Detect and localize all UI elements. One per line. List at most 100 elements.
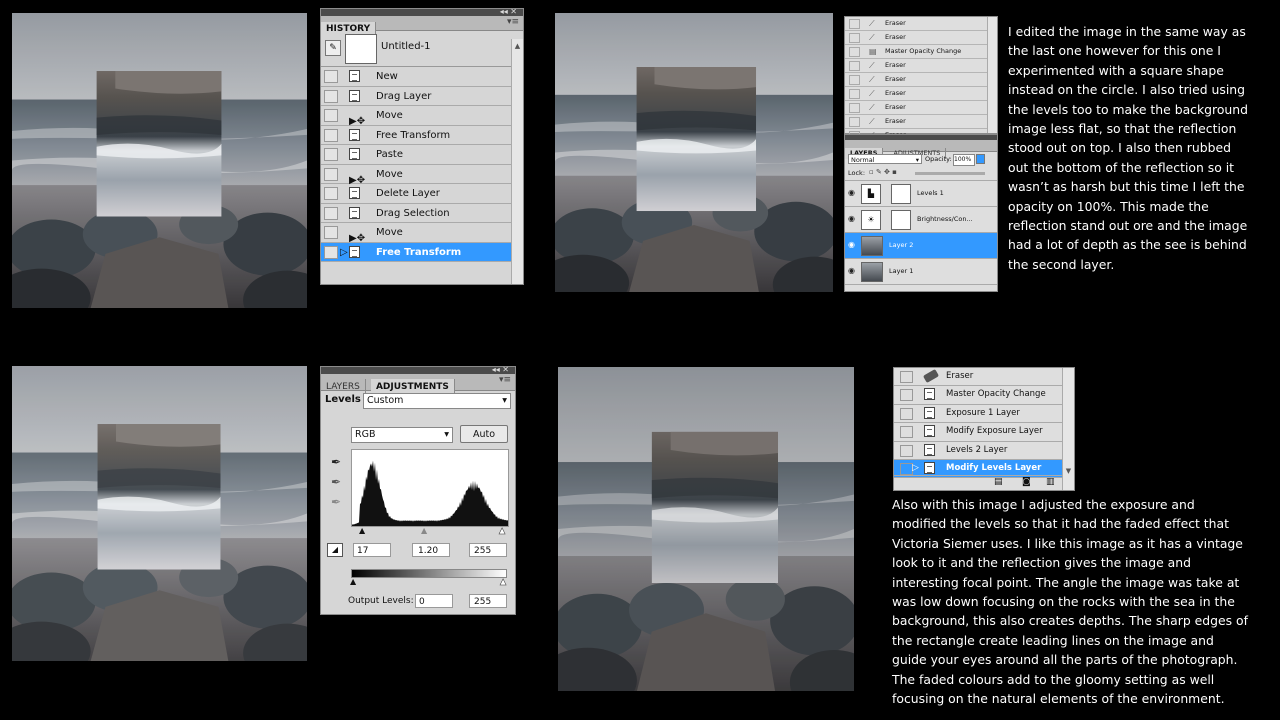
camera-icon[interactable]: ◙ <box>1022 477 1031 487</box>
history-source-checkbox[interactable] <box>324 148 338 161</box>
eye-icon[interactable]: ◉ <box>848 240 855 249</box>
history-item[interactable]: Exposure 1 Layer <box>894 405 1063 424</box>
blend-mode-select[interactable]: Normal ▾ <box>848 154 922 164</box>
history-item[interactable]: Paste <box>321 145 511 165</box>
eyedropper-gray-icon[interactable]: ✒ <box>331 475 341 489</box>
eye-icon[interactable]: ◉ <box>848 214 855 223</box>
snapshot-brush-icon[interactable]: ✎ <box>325 40 341 56</box>
history-item[interactable]: ▷ Free Transform <box>321 242 511 262</box>
history-source-checkbox[interactable] <box>849 75 860 85</box>
eyedropper-black-icon[interactable]: ✒ <box>331 455 341 469</box>
layer-thumbnail[interactable] <box>861 236 883 256</box>
history-item[interactable]: Modify Exposure Layer <box>894 423 1063 442</box>
history-item[interactable]: Eraser <box>894 368 1063 387</box>
history-item[interactable]: Drag Selection <box>321 204 511 223</box>
scrollbar-small[interactable] <box>987 17 997 133</box>
history-item[interactable]: ⟋ Eraser <box>845 17 997 31</box>
scrollbar[interactable]: ▲ <box>511 39 523 284</box>
history-source-checkbox[interactable] <box>849 47 860 57</box>
history-item[interactable]: ▶✥ Move <box>321 165 511 186</box>
paragraph-1: I edited the image in the same way as the… <box>1008 22 1278 274</box>
auto-button[interactable]: Auto <box>460 425 508 443</box>
history-item[interactable]: ⟋ Eraser <box>845 73 997 87</box>
history-item[interactable]: New <box>321 67 511 87</box>
output-white-field[interactable]: 255 <box>469 594 507 608</box>
output-white-handle[interactable]: ▲ <box>500 577 507 586</box>
history-source-checkbox[interactable] <box>324 206 338 220</box>
eye-icon[interactable]: ◉ <box>848 188 855 197</box>
input-black-field[interactable]: 17 <box>353 543 391 557</box>
new-document-icon[interactable]: ▤ <box>994 477 1003 487</box>
history-source-checkbox[interactable] <box>324 128 338 142</box>
layer-row[interactable]: ◉ Layer 2 <box>845 233 997 259</box>
history-item[interactable]: ⟋ Eraser <box>845 87 997 101</box>
history-item[interactable]: ⟋ Eraser <box>845 31 997 45</box>
fill-slider[interactable] <box>915 172 985 175</box>
output-black-field[interactable]: 0 <box>415 594 453 608</box>
layer-row[interactable]: ◉ ▙ Levels 1 <box>845 181 997 207</box>
history-item[interactable]: ▶✥ Move <box>321 223 511 244</box>
eyedropper-white-icon[interactable]: ✒ <box>331 495 341 509</box>
preset-select[interactable]: Custom ▾ <box>363 393 511 409</box>
history-item-label: Eraser <box>885 75 906 83</box>
history-source-checkbox[interactable] <box>324 226 338 239</box>
tab-layers-2[interactable]: LAYERS <box>321 379 366 395</box>
layer-mask-thumbnail[interactable] <box>891 184 911 204</box>
layer-mask-thumbnail[interactable] <box>891 210 911 230</box>
input-gamma-field[interactable]: 1.20 <box>412 543 450 557</box>
history-source-checkbox[interactable] <box>324 245 338 259</box>
layer-row[interactable]: ◉ ☀ Brightness/Con... <box>845 207 997 233</box>
history-item[interactable]: Master Opacity Change <box>894 386 1063 405</box>
history-source-checkbox[interactable] <box>324 109 338 122</box>
history-item[interactable]: ⟋ Eraser <box>845 115 997 129</box>
history3-footer: ▤ ◙ ▥ <box>894 475 1063 490</box>
history-source-checkbox[interactable] <box>900 407 913 420</box>
paragraph-line: I edited the image in the same way as <box>1008 24 1246 39</box>
eye-icon[interactable]: ◉ <box>848 266 855 275</box>
history-source-checkbox[interactable] <box>324 89 338 103</box>
scrollbar-3[interactable]: ▼ <box>1062 368 1074 490</box>
history-item[interactable]: Delete Layer <box>321 184 511 204</box>
layer-thumbnail[interactable] <box>861 262 883 282</box>
history-item[interactable]: Free Transform <box>321 126 511 145</box>
history-source-checkbox[interactable] <box>849 33 860 43</box>
history-source-checkbox[interactable] <box>324 187 338 200</box>
adjustment-icon: ☀ <box>861 210 881 230</box>
input-white-field[interactable]: 255 <box>469 543 507 557</box>
history-source-checkbox[interactable] <box>849 103 860 113</box>
snapshot-label[interactable]: Untitled-1 <box>381 41 431 52</box>
history-item[interactable]: ▤ Master Opacity Change <box>845 45 997 59</box>
trash-icon[interactable]: ▥ <box>1046 477 1055 487</box>
panel-menu-icon[interactable]: ▾≡ <box>507 17 519 27</box>
history-item[interactable]: ▶✥ Move <box>321 106 511 127</box>
history-source-checkbox[interactable] <box>849 89 860 99</box>
history-source-checkbox[interactable] <box>900 426 913 439</box>
history-source-checkbox[interactable] <box>900 389 913 402</box>
layer-row[interactable]: ◉ Layer 1 <box>845 259 997 285</box>
output-black-handle[interactable]: ▲ <box>350 578 356 586</box>
input-slider-track[interactable]: ▲ ▲ ▲ <box>351 526 507 535</box>
opacity-field[interactable]: 100% <box>953 154 975 166</box>
history-item[interactable]: Levels 2 Layer <box>894 442 1063 460</box>
panel-menu-icon-2[interactable]: ▾≡ <box>499 375 511 385</box>
opacity-arrow-icon[interactable] <box>976 154 985 164</box>
gamma-handle[interactable]: ▲ <box>421 527 427 535</box>
history-source-checkbox[interactable] <box>900 371 913 383</box>
history-source-checkbox[interactable] <box>324 70 338 83</box>
move-tool-icon: ▶✥ <box>349 116 366 127</box>
history-item[interactable]: ⟋ Eraser <box>845 101 997 115</box>
white-point-handle[interactable]: ▲ <box>499 526 506 535</box>
history-item[interactable]: ⟋ Eraser <box>845 59 997 73</box>
history-source-checkbox[interactable] <box>900 444 913 457</box>
clip-icon[interactable]: ◢ <box>327 543 343 557</box>
history-source-checkbox[interactable] <box>849 61 860 71</box>
history-source-checkbox[interactable] <box>849 19 860 29</box>
history-item[interactable]: Drag Layer <box>321 87 511 106</box>
history-source-checkbox[interactable] <box>849 117 860 127</box>
black-point-handle[interactable]: ▲ <box>359 527 365 535</box>
snapshot-thumbnail[interactable] <box>345 34 377 64</box>
lock-icons[interactable]: ▫ ✎ ✥ ▪ <box>869 168 897 176</box>
channel-select[interactable]: RGB ▾ <box>351 427 453 443</box>
history-state-marker-icon[interactable]: ▷ <box>340 247 348 258</box>
history-source-checkbox[interactable] <box>324 167 338 181</box>
